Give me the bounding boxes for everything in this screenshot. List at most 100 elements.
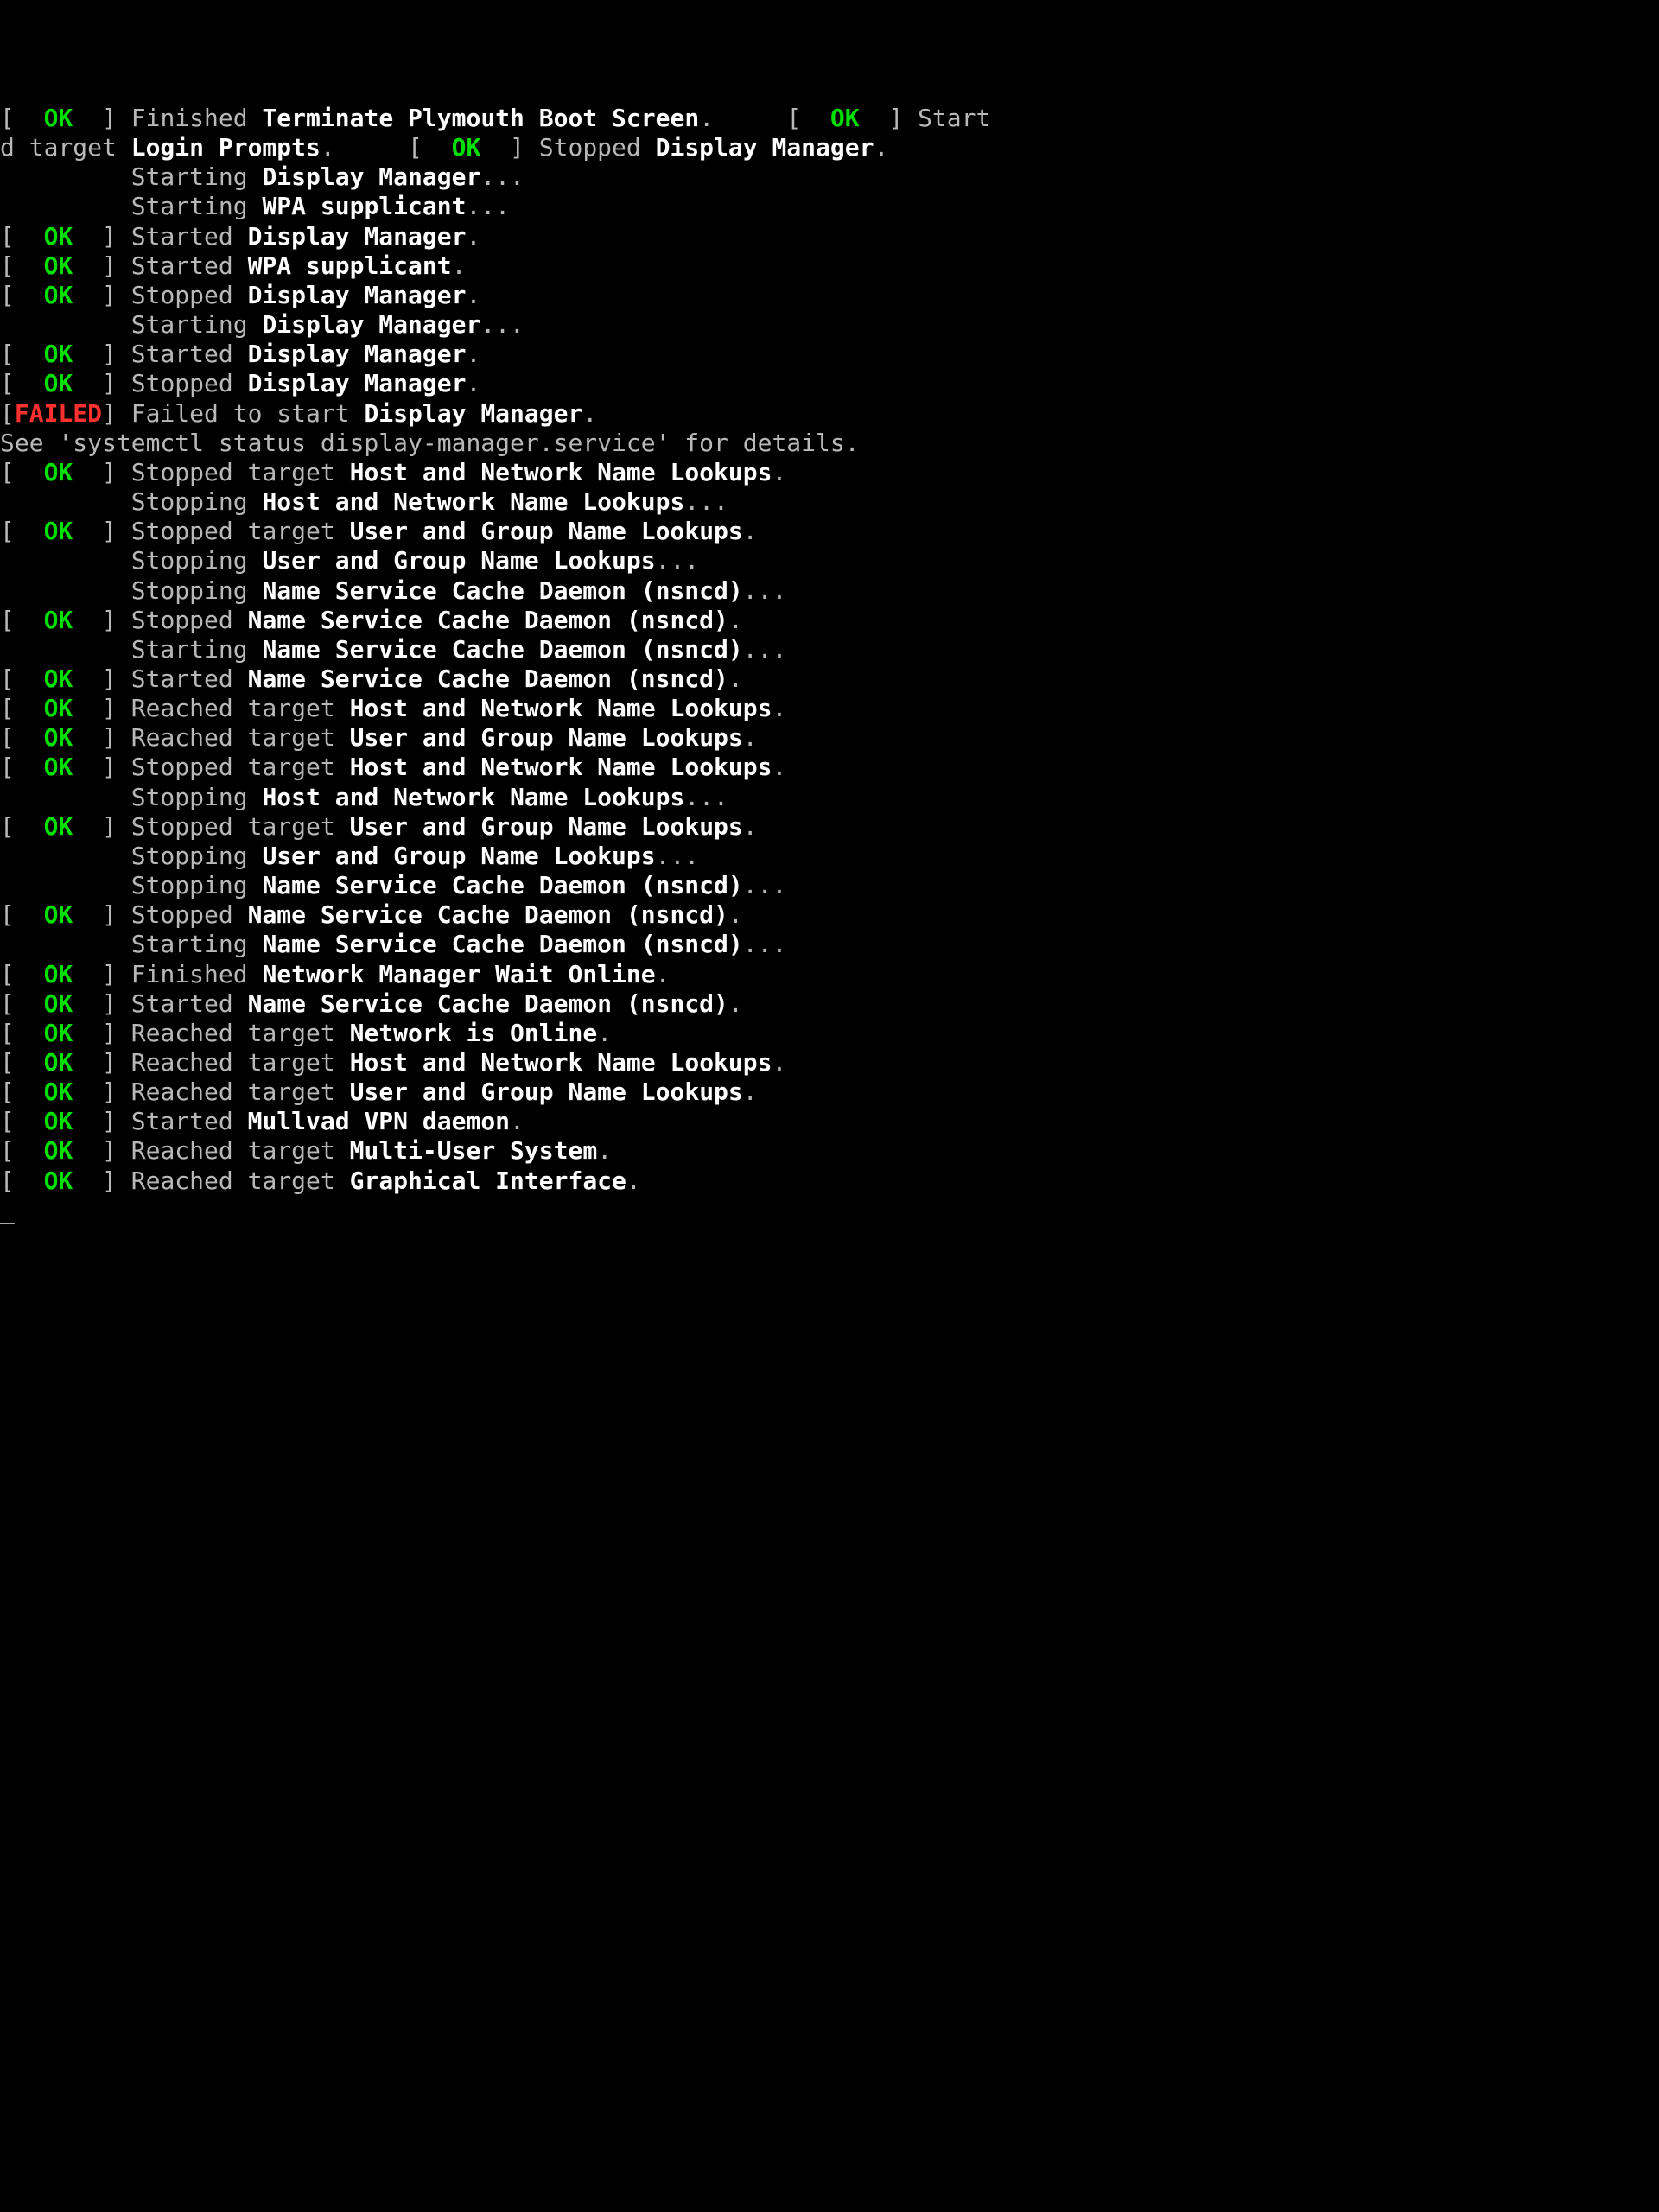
- boot-text: .: [743, 1077, 758, 1106]
- unit-name: Name Service Cache Daemon (nsncd): [248, 989, 728, 1018]
- boot-text: [: [0, 399, 15, 428]
- unit-name: Host and Network Name Lookups: [350, 458, 772, 486]
- boot-text: ...: [743, 871, 787, 899]
- boot-line: [ OK ] Stopped target User and Group Nam…: [0, 812, 1659, 842]
- boot-text: Started: [131, 222, 248, 251]
- status-ok: OK: [44, 753, 73, 781]
- unit-name: User and Group Name Lookups: [350, 1077, 743, 1106]
- boot-text: [: [0, 517, 44, 545]
- boot-line: Starting Name Service Cache Daemon (nsnc…: [0, 635, 1659, 664]
- boot-text: ]: [73, 104, 130, 132]
- boot-text: [: [0, 1019, 44, 1047]
- boot-text: ...: [656, 842, 700, 870]
- unit-name: Name Service Cache Daemon (nsncd): [262, 871, 742, 899]
- boot-text: .: [874, 133, 888, 162]
- boot-text: [: [0, 458, 44, 486]
- boot-line: [ OK ] Started WPA supplicant.: [0, 251, 1659, 281]
- boot-text: Start: [918, 104, 990, 132]
- boot-text: .: [772, 458, 786, 486]
- boot-text: ]: [860, 104, 918, 132]
- status-ok: OK: [44, 723, 73, 752]
- boot-line: Starting Display Manager...: [0, 310, 1659, 340]
- boot-text: Stopped: [131, 900, 248, 929]
- boot-line: Starting WPA supplicant...: [0, 192, 1659, 221]
- boot-text: ...: [743, 576, 787, 605]
- boot-text: See 'systemctl status display-manager.se…: [0, 429, 860, 457]
- boot-line: [ OK ] Finished Network Manager Wait Onl…: [0, 960, 1659, 989]
- unit-name: Display Manager: [248, 281, 467, 309]
- status-ok: OK: [44, 900, 73, 929]
- boot-text: .: [321, 133, 335, 162]
- boot-text: Reached target: [131, 723, 350, 752]
- unit-name: Name Service Cache Daemon (nsncd): [248, 606, 728, 634]
- unit-name: Mullvad VPN daemon: [248, 1107, 510, 1135]
- unit-name: Name Service Cache Daemon (nsncd): [262, 635, 742, 664]
- boot-text: Starting: [0, 310, 262, 339]
- status-ok: OK: [44, 1107, 73, 1135]
- boot-text: ]: [73, 1048, 130, 1077]
- status-ok: OK: [44, 1019, 73, 1047]
- status-ok: OK: [44, 222, 73, 251]
- boot-line: [ OK ] Reached target User and Group Nam…: [0, 1077, 1659, 1107]
- boot-text: Stopping: [0, 576, 262, 605]
- status-failed: FAILED: [15, 399, 102, 428]
- status-ok: OK: [44, 694, 73, 722]
- unit-name: Network Manager Wait Online: [262, 960, 655, 988]
- boot-line: [ OK ] Reached target Network is Online.: [0, 1019, 1659, 1048]
- unit-name: Display Manager: [364, 399, 582, 428]
- boot-text: .: [699, 104, 714, 132]
- boot-text: Starting: [0, 192, 262, 220]
- boot-text: Stopped: [539, 133, 656, 162]
- status-ok: OK: [44, 340, 73, 368]
- boot-text: Reached target: [131, 1048, 350, 1077]
- boot-text: .: [582, 399, 597, 428]
- status-ok: OK: [44, 960, 73, 988]
- boot-line: [ OK ] Stopped Name Service Cache Daemon…: [0, 606, 1659, 635]
- boot-text: .: [597, 1019, 612, 1047]
- status-ok: OK: [452, 133, 481, 162]
- boot-text: Started: [131, 251, 248, 280]
- boot-line: [ OK ] Stopped target Host and Network N…: [0, 458, 1659, 487]
- boot-line: [ OK ] Reached target User and Group Nam…: [0, 723, 1659, 753]
- status-ok: OK: [44, 1077, 73, 1106]
- boot-text: ]: [73, 1166, 130, 1195]
- boot-text: Started: [131, 664, 248, 693]
- unit-name: Name Service Cache Daemon (nsncd): [248, 664, 728, 693]
- unit-name: Display Manager: [248, 222, 467, 251]
- boot-text: ]: [73, 222, 130, 251]
- boot-text: Stopped: [131, 369, 248, 397]
- boot-text: ]: [73, 458, 130, 486]
- unit-name: User and Group Name Lookups: [350, 723, 743, 752]
- boot-text: ...: [480, 162, 524, 191]
- boot-line: [ OK ] Started Display Manager.: [0, 222, 1659, 251]
- boot-text: ]: [73, 1107, 130, 1135]
- boot-text: ]: [73, 340, 130, 368]
- boot-text: ...: [466, 192, 510, 220]
- unit-name: Terminate Plymouth Boot Screen: [262, 104, 699, 132]
- boot-line: [ OK ] Reached target Host and Network N…: [0, 694, 1659, 723]
- boot-text: ]: [73, 517, 130, 545]
- boot-text: .: [743, 723, 758, 752]
- boot-text: Starting: [0, 635, 262, 664]
- boot-text: .: [743, 812, 758, 841]
- unit-name: Display Manager: [262, 310, 480, 339]
- boot-text: Failed to start: [131, 399, 365, 428]
- boot-text: .: [466, 369, 480, 397]
- unit-name: Graphical Interface: [350, 1166, 626, 1195]
- boot-line: [ OK ] Stopped Display Manager.: [0, 281, 1659, 310]
- boot-text: ]: [73, 251, 130, 280]
- boot-text: Starting: [0, 930, 262, 958]
- status-ok: OK: [44, 1166, 73, 1195]
- boot-text: Stopped target: [131, 812, 350, 841]
- boot-line: [FAILED] Failed to start Display Manager…: [0, 399, 1659, 429]
- boot-line: Stopping User and Group Name Lookups...: [0, 546, 1659, 575]
- boot-line: Starting Display Manager...: [0, 162, 1659, 192]
- boot-line: [ OK ] Started Name Service Cache Daemon…: [0, 664, 1659, 694]
- boot-text: ...: [684, 487, 728, 516]
- boot-text: [: [0, 1136, 44, 1165]
- boot-text: ]: [73, 812, 130, 841]
- boot-text: Reached target: [131, 1077, 350, 1106]
- boot-text: .: [466, 340, 480, 368]
- boot-text: ]: [73, 1136, 130, 1165]
- unit-name: Host and Network Name Lookups: [350, 753, 772, 781]
